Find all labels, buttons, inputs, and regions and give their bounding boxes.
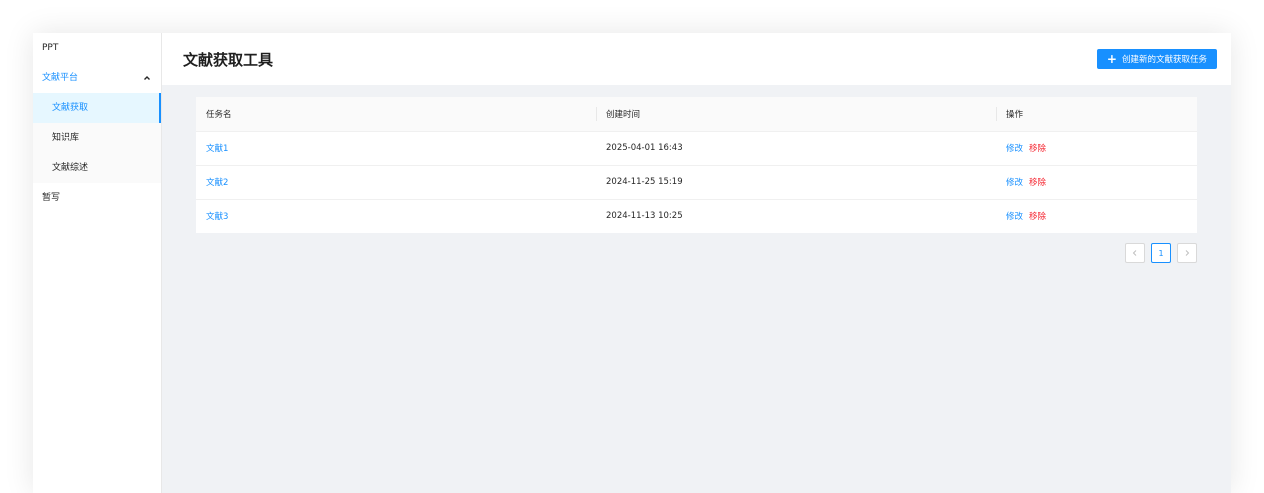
sidebar-submenu-literature-platform[interactable]: 文献平台 [33,63,161,93]
table-row: 文献2 2024-11-25 15:19 修改 移除 [196,165,1197,200]
table-header-row: 任务名 创建时间 操作 [196,97,1197,132]
table-row: 文献1 2025-04-01 16:43 修改 移除 [196,131,1197,166]
prev-page-button[interactable] [1125,243,1145,263]
remove-link[interactable]: 移除 [1029,212,1046,222]
task-name-link[interactable]: 文献2 [206,178,228,188]
chevron-right-icon [1185,250,1190,256]
remove-link[interactable]: 移除 [1029,178,1046,188]
sidebar-item-ppt[interactable]: PPT [33,33,161,63]
task-name-link[interactable]: 文献1 [206,144,228,154]
sidebar-item-label: 文献获取 [52,103,89,113]
page-title: 文献获取工具 [183,50,274,69]
created-time: 2024-11-13 10:25 [606,211,683,222]
main-area: 文献获取工具 + 创建新的文献获取任务 任务名 创建时间 操作 文献1 2025… [162,33,1231,493]
edit-link[interactable]: 修改 [1006,178,1023,188]
sidebar-item-draft[interactable]: 暂写 [33,183,161,213]
sidebar-item-literature-review[interactable]: 文献综述 [33,153,161,183]
next-page-button[interactable] [1177,243,1197,263]
content: 任务名 创建时间 操作 文献1 2025-04-01 16:43 修改 移除 文… [162,85,1231,263]
edit-link[interactable]: 修改 [1006,212,1023,222]
page-1-button[interactable]: 1 [1151,243,1171,263]
sidebar: PPT 文献平台 文献获取 知识库 文献综述 暂写 [33,33,162,493]
created-time: 2024-11-25 15:19 [596,165,996,200]
create-task-label: 创建新的文献获取任务 [1121,55,1207,65]
column-header-actions: 操作 [996,97,1197,132]
app-window: PPT 文献平台 文献获取 知识库 文献综述 暂写 文献获取工具 + 创建新的文… [33,33,1231,493]
sidebar-item-label: 知识库 [52,133,80,143]
sidebar-item-label: PPT [42,43,59,53]
plus-icon: + [1106,52,1117,66]
sidebar-item-knowledge-base[interactable]: 知识库 [33,123,161,153]
page-header: 文献获取工具 + 创建新的文献获取任务 [162,33,1231,85]
task-table: 任务名 创建时间 操作 文献1 2025-04-01 16:43 修改 移除 文… [196,97,1197,233]
sidebar-item-literature-fetch[interactable]: 文献获取 [33,93,161,123]
task-name-link[interactable]: 文献3 [206,212,228,222]
chevron-left-icon [1132,250,1137,256]
create-task-button[interactable]: + 创建新的文献获取任务 [1096,49,1217,69]
column-header-task-name: 任务名 [196,97,596,132]
sidebar-submenu: 文献获取 知识库 文献综述 [33,93,161,183]
remove-link[interactable]: 移除 [1029,144,1046,154]
sidebar-item-label: 文献综述 [52,163,89,173]
pagination: 1 [196,243,1197,263]
table-row: 文献3 2024-11-13 10:25 修改 移除 [196,199,1197,233]
sidebar-item-label: 文献平台 [42,73,79,83]
edit-link[interactable]: 修改 [1006,144,1023,154]
column-header-created-time: 创建时间 [596,97,996,132]
sidebar-item-label: 暂写 [42,193,61,203]
chevron-up-icon [143,74,151,82]
created-time: 2025-04-01 16:43 [596,131,996,166]
